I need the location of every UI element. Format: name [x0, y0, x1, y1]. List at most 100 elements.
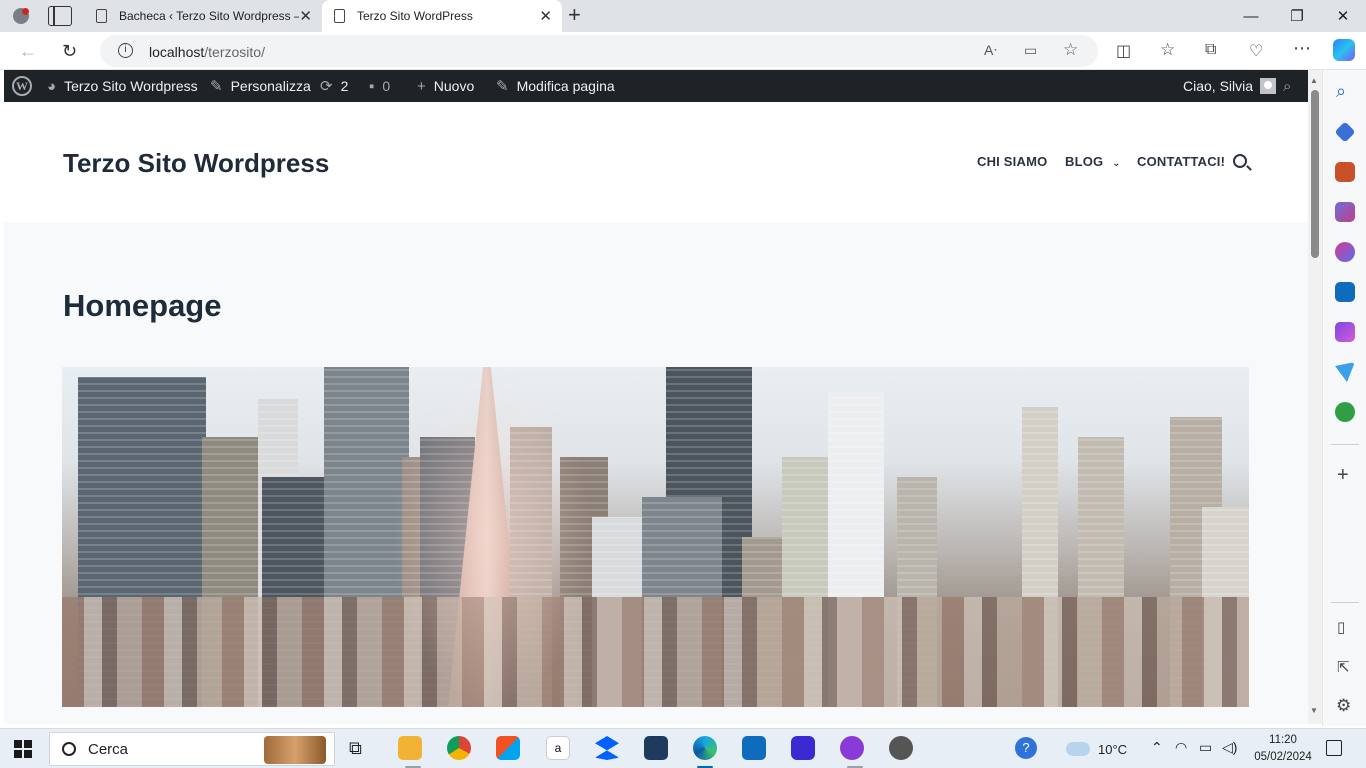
volume-icon[interactable]: ◁) — [1222, 739, 1237, 756]
pencil-icon: ✎ — [496, 78, 509, 95]
browser-toolbar: ← ↻ i localhost/terzosito/ Aᐧ ▭ ☆ ◫ ☆ ⧉ … — [0, 32, 1366, 70]
close-window-button[interactable]: ✕ — [1320, 0, 1366, 32]
back-arrow-icon[interactable]: ← — [19, 41, 37, 62]
wp-admin-bar: W ◕ Terzo Sito Wordpress ✎ Personalizza … — [4, 70, 1308, 102]
github-desktop-icon[interactable] — [840, 736, 864, 760]
immersive-reader-icon[interactable]: ▭ — [1024, 42, 1037, 59]
page-icon — [96, 9, 107, 23]
amazon-icon[interactable]: a — [546, 736, 570, 760]
address-bar[interactable]: i localhost/terzosito/ Aᐧ ▭ ☆ — [100, 35, 1098, 67]
shopping-tag-icon[interactable] — [1334, 121, 1356, 143]
admin-site-name[interactable]: ◕ Terzo Sito Wordpress — [47, 70, 198, 102]
collections-icon[interactable]: ⧉ — [1205, 41, 1216, 59]
tab-terzo-sito[interactable]: Terzo Sito WordPress ✕ — [322, 0, 562, 32]
favorite-star-icon[interactable]: ☆ — [1063, 40, 1078, 60]
taskbar-search-box[interactable]: Cerca — [49, 732, 335, 766]
new-tab-icon[interactable]: + — [568, 4, 581, 26]
admin-edit-page-label: Modifica pagina — [516, 78, 615, 94]
tree-icon[interactable] — [1335, 402, 1355, 422]
sidebar-divider — [1331, 444, 1359, 445]
header-search-icon[interactable] — [1233, 154, 1247, 168]
mail-icon[interactable] — [742, 736, 766, 760]
close-tab-icon[interactable]: ✕ — [299, 7, 312, 25]
brush-icon: ✎ — [210, 78, 223, 95]
admin-new[interactable]: + Nuovo — [417, 70, 474, 102]
sidebar-add-icon[interactable]: + — [1337, 464, 1349, 487]
admin-search[interactable]: ⌕ — [1283, 70, 1291, 102]
sidebar-search-icon[interactable]: ⌕ — [1336, 81, 1346, 102]
menu-item-chi-siamo[interactable]: CHI SIAMO — [977, 154, 1047, 169]
profile-avatar-icon — [13, 8, 29, 24]
microsoft-365-icon[interactable] — [1335, 242, 1355, 262]
copilot-icon[interactable] — [1333, 39, 1355, 61]
open-external-icon[interactable]: ⇱ — [1337, 658, 1350, 676]
windows-start-icon[interactable] — [14, 740, 32, 758]
hero-cityscape-image — [62, 367, 1249, 707]
scroll-up-icon[interactable]: ▲ — [1310, 76, 1318, 85]
read-aloud-icon[interactable]: Aᐧ — [984, 42, 997, 59]
drop-icon[interactable] — [1335, 362, 1355, 382]
restore-button[interactable]: ❐ — [1274, 0, 1320, 32]
site-info-icon[interactable]: i — [118, 43, 133, 58]
menu-item-blog-label: BLOG — [1065, 154, 1104, 169]
admin-updates[interactable]: ⟳ 2 — [320, 70, 348, 102]
windows-taskbar: Cerca ⧉ a ? 10°C ⌃ ◠ ▭ ◁) 11:20 05/02/20… — [0, 728, 1366, 768]
edge-icon[interactable] — [693, 736, 717, 760]
terminal-app-icon[interactable] — [644, 736, 668, 760]
minimize-button[interactable]: — — [1228, 0, 1274, 32]
sidebar-divider — [1331, 602, 1359, 603]
show-hidden-icons-chevron-icon[interactable]: ⌃ — [1151, 739, 1163, 756]
wp-logo-menu[interactable]: W — [12, 70, 32, 102]
weather-widget[interactable]: 10°C — [1066, 729, 1127, 768]
search-icon: ⌕ — [1283, 77, 1292, 95]
split-screen-icon[interactable]: ◫ — [1116, 41, 1131, 61]
task-view-icon[interactable]: ⧉ — [349, 738, 362, 759]
chrome-icon[interactable] — [447, 736, 471, 760]
tab-actions-icon[interactable] — [48, 6, 72, 26]
github-icon[interactable] — [889, 736, 913, 760]
dropbox-icon[interactable] — [595, 736, 619, 760]
edge-sidebar: ⌕ + ▯ ⇱ ⚙ — [1322, 70, 1366, 726]
page-scrollbar[interactable]: ▲ ▼ — [1308, 70, 1322, 724]
favorites-icon[interactable]: ☆ — [1160, 40, 1175, 60]
updates-count: 2 — [340, 78, 349, 94]
menu-item-contattaci[interactable]: CONTATTACI! — [1137, 154, 1225, 169]
tools-briefcase-icon[interactable] — [1335, 162, 1355, 182]
close-tab-icon[interactable]: ✕ — [539, 7, 552, 25]
tab-bacheca[interactable]: Bacheca ‹ Terzo Sito Wordpress — ✕ — [84, 0, 322, 32]
games-icon[interactable] — [1335, 202, 1355, 222]
tab-title: Terzo Sito WordPress — [357, 9, 473, 23]
site-title[interactable]: Terzo Sito Wordpress — [63, 148, 329, 179]
outlook-icon[interactable] — [1335, 282, 1355, 302]
url-host: localhost — [149, 44, 205, 60]
cloud-icon — [1066, 742, 1090, 756]
admin-customize[interactable]: ✎ Personalizza — [210, 70, 311, 102]
scrollbar-thumb[interactable] — [1311, 90, 1319, 258]
user-avatar-icon — [1260, 78, 1277, 94]
sidebar-settings-gear-icon[interactable]: ⚙ — [1336, 696, 1351, 716]
more-options-icon[interactable]: ⋯ — [1293, 38, 1311, 59]
admin-edit-page[interactable]: ✎ Modifica pagina — [496, 70, 615, 102]
chevron-down-icon: ⌄ — [1112, 158, 1121, 169]
url-path: /terzosito/ — [204, 44, 265, 60]
taskbar-clock[interactable]: 11:20 05/02/2024 — [1254, 732, 1312, 766]
admin-comments[interactable]: ▪ 0 — [369, 70, 390, 102]
menu-item-blog[interactable]: BLOG ⌄ — [1065, 154, 1121, 169]
weather-temp: 10°C — [1098, 741, 1128, 757]
microsoft-store-icon[interactable] — [496, 736, 520, 760]
refresh-icon[interactable]: ↻ — [62, 41, 77, 62]
browser-essentials-icon[interactable]: ♡ — [1249, 41, 1263, 61]
profile-button[interactable] — [8, 4, 34, 28]
sidebar-panel-icon[interactable]: ▯ — [1337, 618, 1345, 636]
file-explorer-icon[interactable] — [398, 736, 422, 760]
notification-center-icon[interactable] — [1326, 740, 1342, 756]
battery-icon[interactable]: ▭ — [1199, 739, 1212, 756]
clock-date: 05/02/2024 — [1254, 751, 1312, 763]
network-icon[interactable]: ◠ — [1175, 739, 1187, 756]
url-text[interactable]: localhost/terzosito/ — [149, 44, 265, 60]
designer-icon[interactable] — [1335, 322, 1355, 342]
help-icon[interactable]: ? — [1015, 737, 1037, 759]
scroll-down-icon[interactable]: ▼ — [1310, 706, 1318, 715]
admin-account[interactable]: Ciao, Silvia — [1183, 70, 1277, 102]
webex-icon[interactable] — [791, 736, 815, 760]
